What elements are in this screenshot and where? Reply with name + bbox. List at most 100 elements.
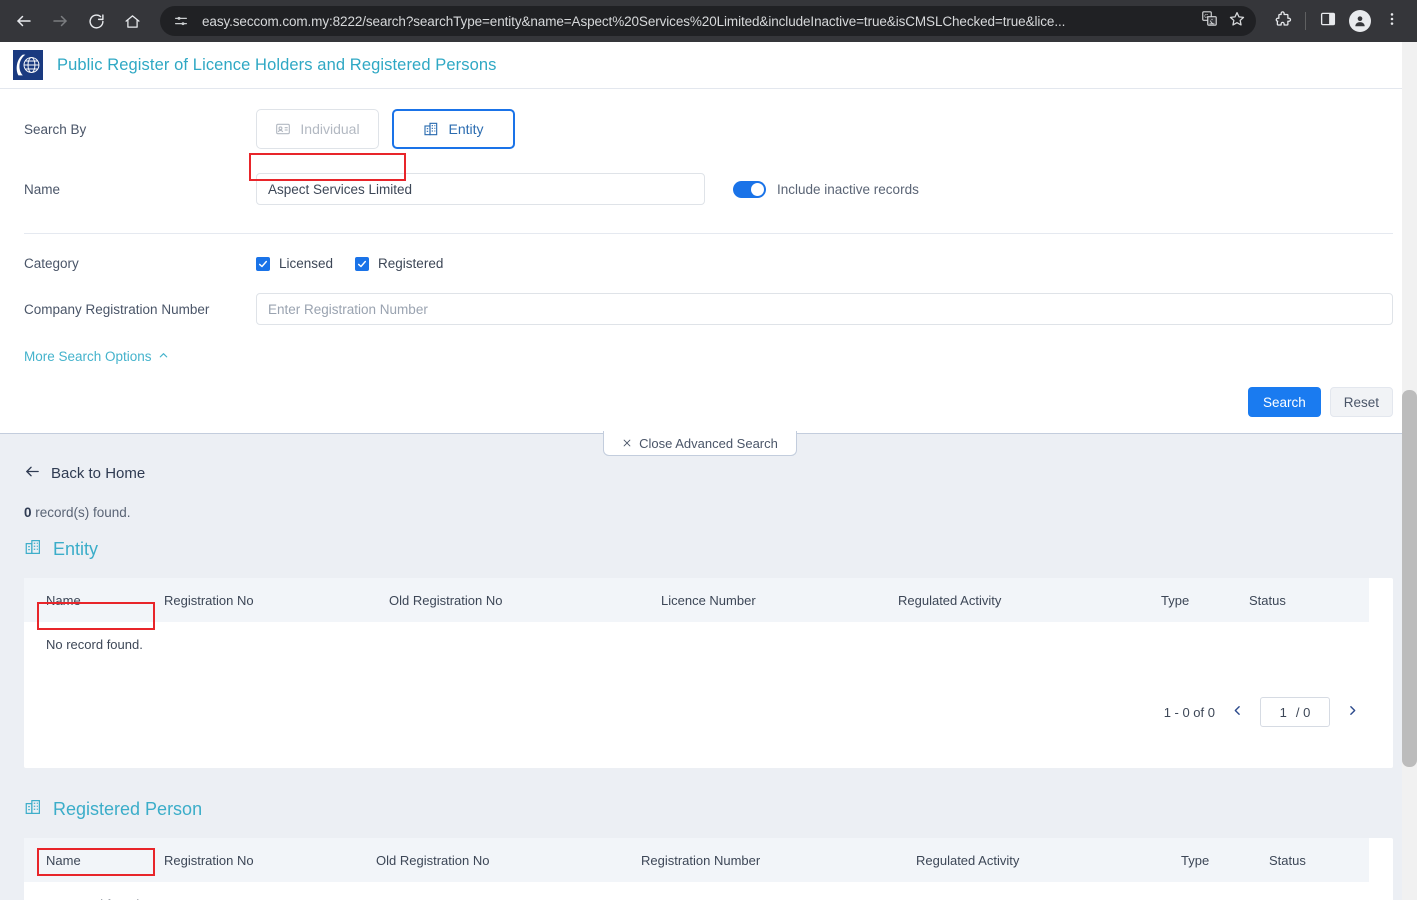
more-search-options-link[interactable]: More Search Options (24, 349, 169, 364)
search-type-individual-button[interactable]: Individual (256, 109, 379, 149)
column-header-regulated-activity[interactable]: Regulated Activity (894, 838, 1159, 882)
licensed-label: Licensed (279, 256, 334, 271)
company-registration-input[interactable]: Enter Registration Number (256, 293, 1393, 325)
three-dot-menu-icon (1384, 11, 1400, 32)
entity-page-value: 1 (1279, 704, 1287, 720)
column-header-type[interactable]: Type (1139, 578, 1227, 622)
entity-results-card: Name Registration No Old Registration No… (24, 578, 1393, 768)
column-header-status[interactable]: Status (1227, 578, 1369, 622)
registered-label: Registered (378, 256, 444, 271)
registered-person-empty-row: No record found. (24, 882, 1369, 900)
reset-button[interactable]: Reset (1329, 387, 1393, 417)
column-header-old-registration-no[interactable]: Old Registration No (367, 578, 639, 622)
browser-actions (1268, 6, 1407, 36)
extensions-button[interactable] (1268, 6, 1298, 36)
checkbox-checked-icon (256, 256, 270, 271)
column-header-licence-number[interactable]: Licence Number (639, 578, 876, 622)
reload-button[interactable] (80, 5, 112, 37)
checkbox-checked-icon (355, 256, 370, 271)
category-label: Category (24, 256, 79, 271)
building-icon (24, 798, 42, 821)
scrollbar-thumb[interactable] (1402, 390, 1417, 767)
registered-person-results-card: Name Registration No Old Registration No… (24, 838, 1393, 900)
include-inactive-toggle-wrap: Include inactive records (733, 180, 919, 198)
chevron-left-icon[interactable] (1227, 704, 1248, 720)
close-advanced-search-button[interactable]: Close Advanced Search (603, 431, 797, 456)
profile-button[interactable] (1345, 6, 1375, 36)
home-button[interactable] (116, 5, 148, 37)
records-found-suffix: record(s) found. (31, 505, 131, 520)
search-actions: Search Reset (24, 366, 1393, 417)
column-header-registration-no[interactable]: Registration No (142, 578, 367, 622)
search-by-label: Search By (24, 121, 87, 137)
url-text: easy.seccom.com.my:8222/search?searchTyp… (202, 13, 1066, 29)
entity-empty-cell: No record found. (24, 622, 1369, 652)
registered-person-section-label: Registered Person (53, 799, 203, 819)
side-panel-icon (1319, 10, 1337, 33)
include-inactive-toggle[interactable] (733, 180, 766, 198)
search-type-toggle-group: Individual Entity (256, 109, 515, 149)
records-count: 0 (24, 505, 32, 520)
column-header-type[interactable]: Type (1159, 838, 1247, 882)
forward-button[interactable] (44, 5, 76, 37)
search-type-entity-button[interactable]: Entity (392, 109, 515, 149)
puzzle-icon (1274, 10, 1292, 33)
building-icon (423, 121, 439, 137)
column-header-name[interactable]: Name (24, 838, 142, 882)
site-header: Public Register of Licence Holders and R… (0, 42, 1417, 89)
forward-arrow-icon (51, 12, 69, 30)
translate-icon[interactable]: G (1201, 10, 1218, 32)
star-icon[interactable] (1228, 10, 1246, 33)
results-area: Back to Home 0 record(s) found. Entity N… (0, 434, 1417, 900)
chrome-menu-button[interactable] (1377, 6, 1407, 36)
home-icon (124, 13, 141, 30)
entity-pagination-range: 1 - 0 of 0 (1163, 704, 1215, 720)
entity-pagination: 1 - 0 of 0 1 / 0 (24, 697, 1393, 727)
entity-section-title: Entity (24, 538, 1393, 561)
entity-page-total: / 0 (1295, 704, 1311, 720)
licensed-checkbox-item[interactable]: Licensed (256, 256, 333, 271)
page-scrollbar[interactable] (1402, 42, 1417, 900)
browser-toolbar: easy.seccom.com.my:8222/search?searchTyp… (0, 0, 1417, 42)
name-input[interactable]: Aspect Services Limited (256, 173, 705, 205)
chevron-up-icon (158, 349, 169, 364)
back-button[interactable] (8, 5, 40, 37)
svg-text:G: G (1204, 14, 1208, 20)
chevron-right-icon[interactable] (1342, 704, 1363, 720)
registered-person-section-title: Registered Person (24, 798, 1393, 821)
address-bar[interactable]: easy.seccom.com.my:8222/search?searchTyp… (160, 6, 1256, 36)
entity-table-header-row: Name Registration No Old Registration No… (24, 578, 1369, 622)
page-title: Public Register of Licence Holders and R… (57, 55, 497, 74)
left-arrow-icon (24, 463, 41, 484)
entity-no-record-message: No record found. (46, 637, 143, 652)
column-header-regulated-activity[interactable]: Regulated Activity (876, 578, 1139, 622)
id-card-icon (275, 121, 291, 137)
column-header-registration-number[interactable]: Registration Number (619, 838, 894, 882)
securities-commission-logo (13, 50, 43, 80)
search-panel: Search By Individual Entity Name Aspect … (0, 89, 1417, 434)
page-content: Public Register of Licence Holders and R… (0, 42, 1417, 900)
column-header-name[interactable]: Name (24, 578, 142, 622)
close-x-icon (622, 436, 632, 451)
company-registration-label: Company Registration Number (24, 301, 210, 317)
search-button[interactable]: Search (1247, 387, 1321, 417)
registered-checkbox-item[interactable]: Registered (355, 256, 443, 271)
registered-person-results-table: Name Registration No Old Registration No… (24, 838, 1369, 900)
search-by-row: Search By Individual Entity (24, 89, 1393, 149)
records-found-text: 0 record(s) found. (24, 505, 1393, 520)
close-advanced-search-label: Close Advanced Search (639, 435, 778, 451)
column-header-old-registration-no[interactable]: Old Registration No (354, 838, 619, 882)
category-row: Category Licensed Registered (24, 234, 1393, 271)
toggle-knob (751, 182, 764, 196)
entity-empty-row: No record found. (24, 622, 1369, 652)
toolbar-divider (1305, 12, 1306, 30)
include-inactive-label: Include inactive records (777, 181, 919, 197)
reload-icon (88, 13, 105, 30)
site-settings-icon[interactable] (172, 12, 190, 30)
column-header-registration-no[interactable]: Registration No (142, 838, 354, 882)
search-type-individual-label: Individual (300, 121, 360, 137)
back-to-home-label: Back to Home (51, 465, 146, 482)
column-header-status[interactable]: Status (1247, 838, 1369, 882)
entity-page-input[interactable]: 1 / 0 (1260, 697, 1330, 727)
side-panel-button[interactable] (1313, 6, 1343, 36)
